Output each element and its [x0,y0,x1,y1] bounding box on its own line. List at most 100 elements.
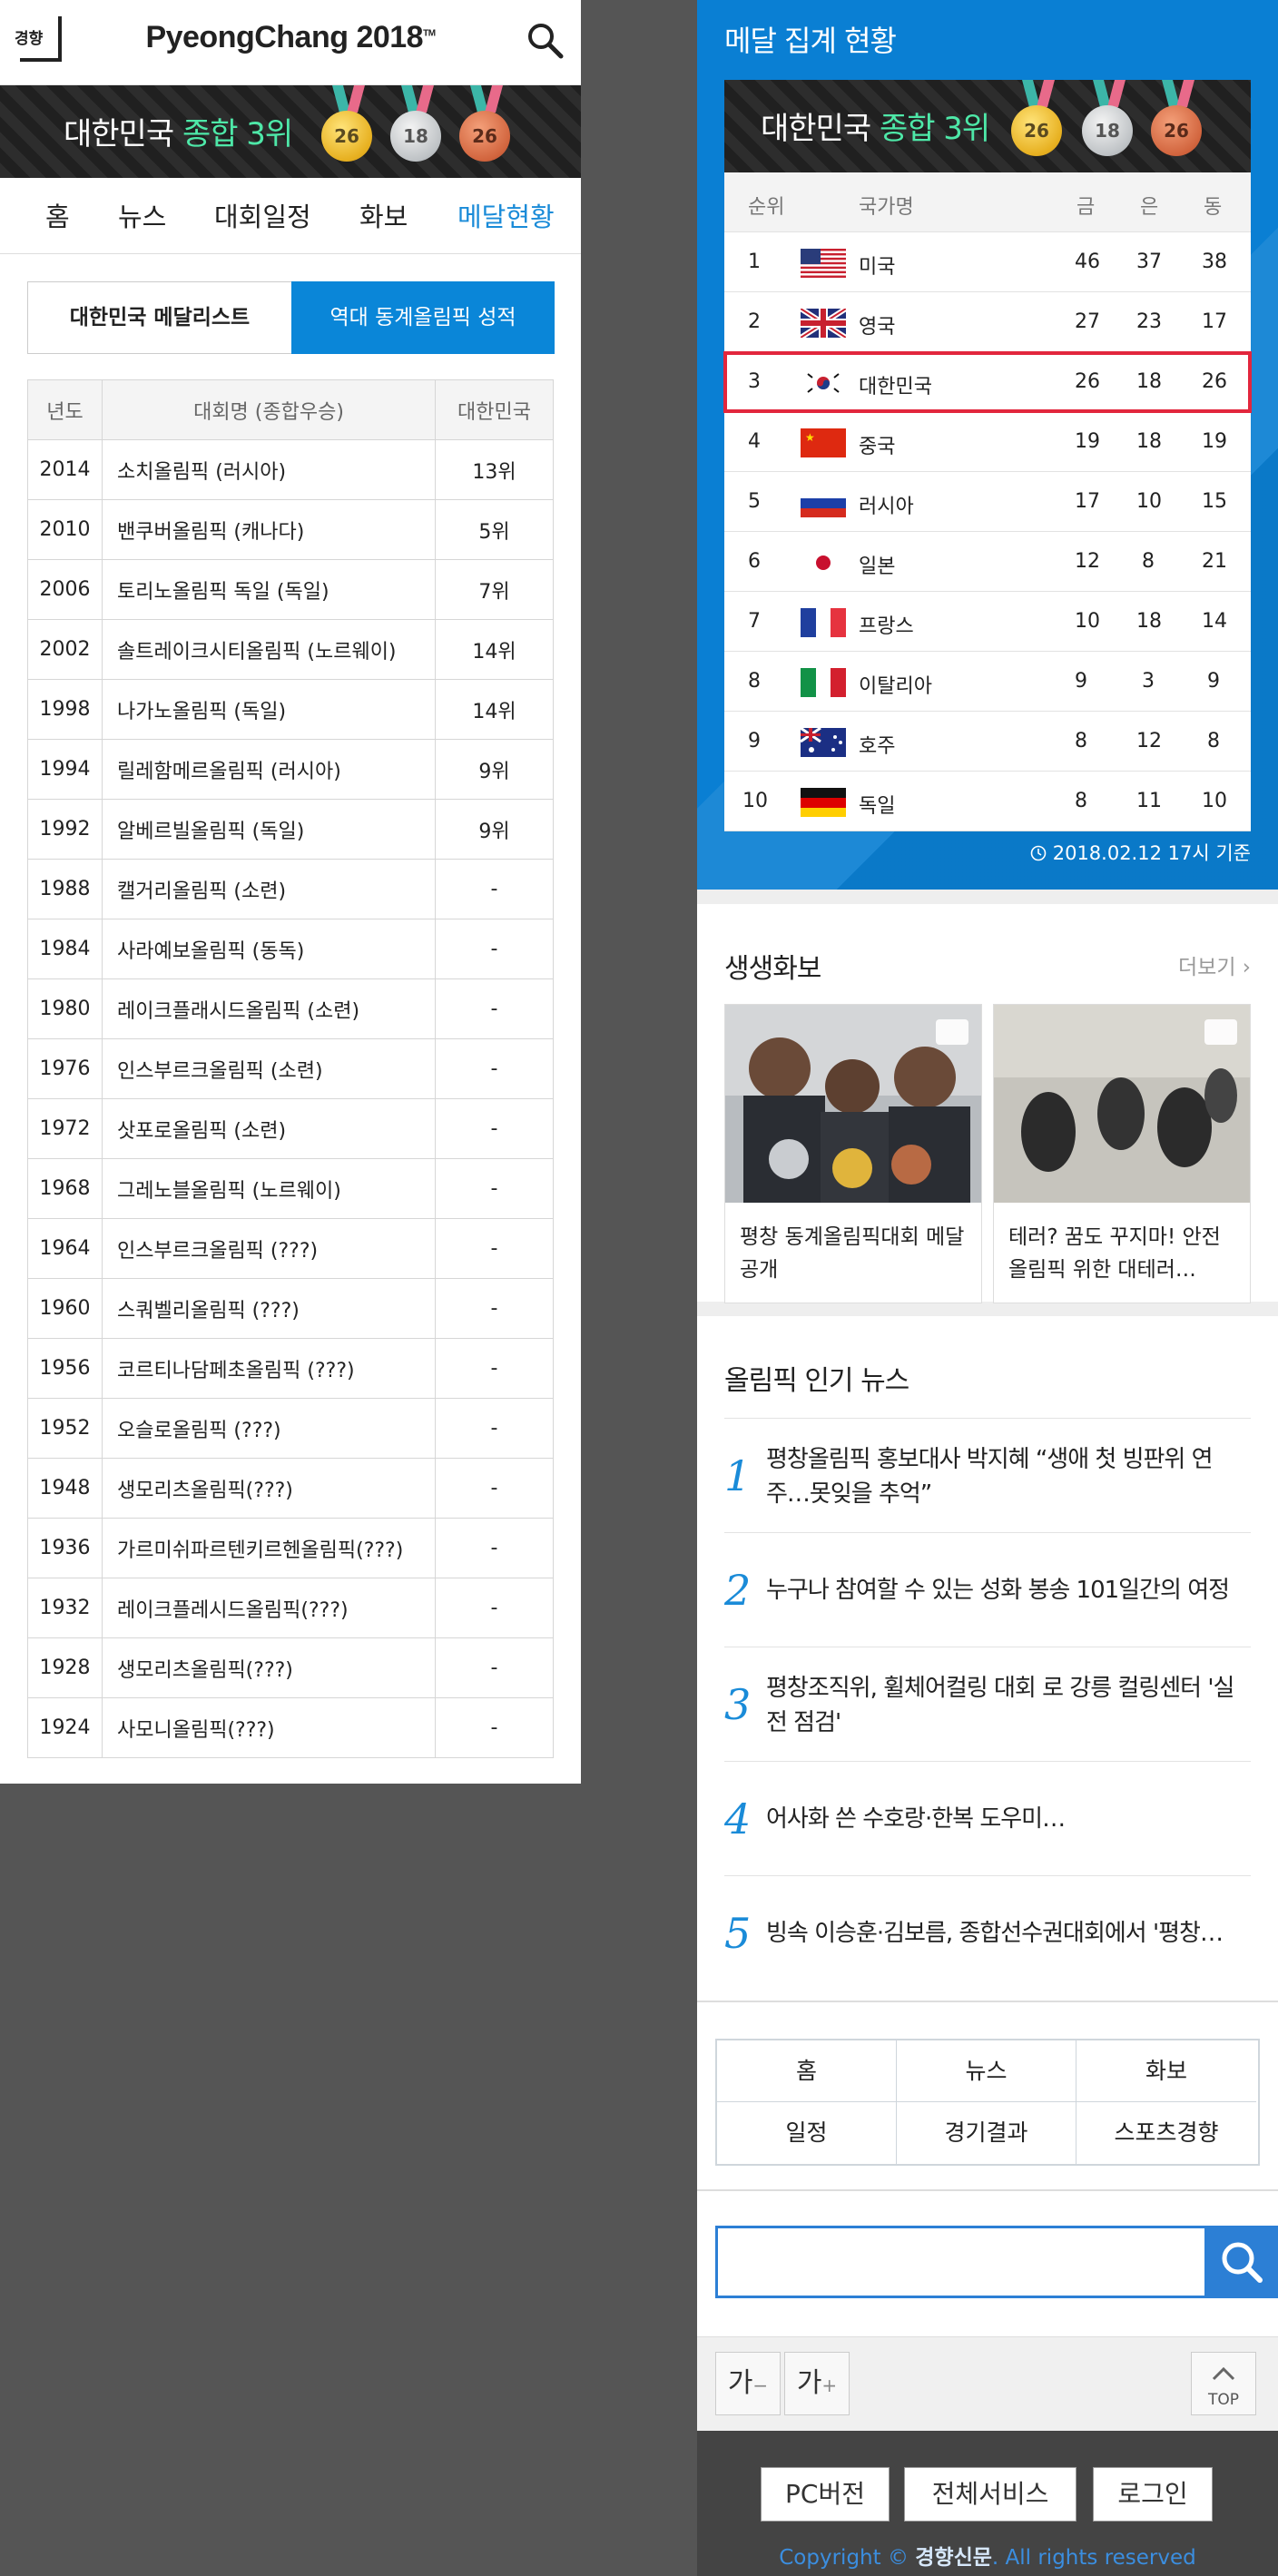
medal-row[interactable]: 7 프랑스 10 18 14 [724,592,1251,652]
table-row: 2006 토리노올림픽 독일 (독일) 7위 [27,559,554,620]
cell-bronze: 21 [1202,550,1227,573]
cell-year: 1972 [27,1098,103,1159]
medal-row[interactable]: 10 독일 8 11 10 [724,772,1251,831]
cell-rank: 4 [748,430,761,453]
photo-thumbnail [994,1005,1250,1203]
ribbon-icon [1022,80,1055,107]
nav-news[interactable]: 뉴스 [118,196,166,234]
cell-country: 이탈리아 [859,675,932,698]
cell-silver: 18 [1136,610,1162,633]
cell-event: 토리노올림픽 독일 (독일) [102,559,436,620]
de-flag-icon [801,788,846,817]
cell-korea-rank: 5위 [435,499,554,560]
cell-event: 밴쿠버올림픽 (캐나다) [102,499,436,560]
cell-bronze: 10 [1202,790,1227,812]
main-nav: 홈 뉴스 대회일정 화보 메달현황 [0,178,581,254]
svg-text:★: ★ [805,431,815,444]
grid-news[interactable]: 뉴스 [897,2040,1076,2102]
nav-medal-status[interactable]: 메달현황 [457,196,555,234]
cell-rank: 5 [748,490,761,513]
tab-olympic-history[interactable]: 역대 동계올림픽 성적 [291,281,555,354]
news-headline: 평창조직위, 휠체어컬링 대회 로 강릉 컬링센터 '실전 점검' [766,1675,1234,1736]
nav-home[interactable]: 홈 [45,196,70,234]
nav-schedule[interactable]: 대회일정 [214,196,311,234]
search-button[interactable] [1205,2226,1278,2298]
cell-event: 사모니올림픽(???) [102,1697,436,1758]
medal-row[interactable]: 2 영국 27 23 17 [724,292,1251,352]
medal-row[interactable]: 8 이탈리아 9 3 9 [724,652,1251,712]
table-row: 1992 알베르빌올림픽 (독일) 9위 [27,799,554,860]
news-item[interactable]: 4 어사화 쓴 수호랑·한복 도우미… [724,1761,1251,1875]
medal-row[interactable]: 5 러시아 17 10 15 [724,472,1251,532]
header: 경향 PyeongChang 2018TM [0,0,581,85]
medal-row[interactable]: 4 ★ 중국 19 18 19 [724,412,1251,472]
search-input[interactable] [715,2226,1207,2298]
medal-row[interactable]: 9 호주 8 12 8 [724,712,1251,772]
news-item[interactable]: 3 평창조직위, 휠체어컬링 대회 로 강릉 컬링센터 '실전 점검' [724,1647,1251,1761]
nav-gallery[interactable]: 화보 [359,196,408,234]
cell-silver: 37 [1136,251,1162,273]
ribbon-icon [401,85,434,113]
tab-korea-medalists[interactable]: 대한민국 메달리스트 [28,282,291,353]
medal-row[interactable]: 1 미국 46 37 38 [724,232,1251,292]
cell-year: 2006 [27,559,103,620]
cell-event: 릴레함메르올림픽 (러시아) [102,739,436,800]
medal-row[interactable]: 3 대한민국 26 18 26 [723,351,1252,413]
ribbon-icon [1093,80,1126,107]
table-row: 1932 레이크플레시드올림픽(???) - [27,1578,554,1638]
cn-flag-icon: ★ [801,428,846,457]
gallery-item[interactable]: 테러? 꿈도 꾸지마! 안전 올림픽 위한 대테러… [993,1004,1251,1303]
cell-korea-rank: - [435,1038,554,1099]
grid-sports[interactable]: 스포츠경향 [1076,2102,1256,2164]
cell-country: 러시아 [859,496,914,518]
top-button[interactable]: TOP [1191,2352,1256,2415]
col-silver: 은 [1140,196,1159,219]
login-button[interactable]: 로그인 [1093,2467,1213,2522]
clock-icon [1030,845,1047,861]
cell-event: 스쿼벨리올림픽 (???) [102,1278,436,1339]
all-services-button[interactable]: 전체서비스 [904,2467,1076,2522]
pc-version-button[interactable]: PC버전 [761,2467,890,2522]
grid-gallery[interactable]: 화보 [1076,2040,1256,2102]
chevron-right-icon: › [1242,956,1251,979]
medal-count-section: 메달 집계 현황 대한민국 종합 3위 26 18 26 순위 국가명 금 은 … [697,0,1278,890]
cell-event: 사라예보올림픽 (동독) [102,919,436,979]
font-larger-button[interactable]: 가+ [784,2352,850,2415]
table-row: 2014 소치올림픽 (러시아) 13위 [27,439,554,500]
cell-korea-rank: - [435,1398,554,1459]
gallery-caption: 평창 동계올림픽대회 메달 공개 [740,1225,965,1282]
cell-country: 일본 [859,556,896,578]
gallery-section: 생생화보 더보기 › 평창 동계올림픽대회 메달 공개 테러? 꿈도 꾸지마! … [697,890,1278,1316]
cell-korea-rank: 9위 [435,799,554,860]
cell-event: 레이크플래시드올림픽 (소련) [102,978,436,1039]
grid-results[interactable]: 경기결과 [897,2102,1076,2164]
grid-home[interactable]: 홈 [717,2040,897,2102]
font-smaller-button[interactable]: 가− [715,2352,781,2415]
cell-korea-rank: - [435,1637,554,1698]
chevron-up-icon [1212,2366,1235,2381]
news-item[interactable]: 5 빙속 이승훈·김보름, 종합선수권대회에서 '평창… [724,1875,1251,1990]
ribbon-icon [470,85,503,113]
table-row: 1994 릴레함메르올림픽 (러시아) 9위 [27,739,554,800]
news-item[interactable]: 2 누구나 참여할 수 있는 성화 봉송 101일간의 여정 [724,1532,1251,1647]
cell-korea-rank: - [435,1578,554,1638]
cell-silver: 8 [1142,550,1155,573]
medal-row[interactable]: 6 일본 12 8 21 [724,532,1251,592]
gallery-more-link[interactable]: 더보기 › [1178,949,1251,980]
cell-korea-rank: - [435,1098,554,1159]
news-item[interactable]: 1 평창올림픽 홍보대사 박지혜 “생애 첫 빙판위 연주…못잊을 추억” [724,1418,1251,1532]
cell-silver: 18 [1136,370,1162,393]
bronze-medal: 26 [459,111,510,162]
search-icon[interactable] [525,20,565,60]
cell-bronze: 19 [1202,430,1227,453]
medal-table: 순위 국가명 금 은 동 1 미국 46 37 38 2 영국 27 23 17 3 대한민국 26 18… [723,172,1252,831]
cell-korea-rank: 14위 [435,619,554,680]
korea-rank-banner: 대한민국 종합 3위 26 18 26 [724,80,1251,172]
brand-title[interactable]: PyeongChang 2018TM [0,20,581,55]
cell-rank: 2 [748,310,761,333]
gallery-item[interactable]: 평창 동계올림픽대회 메달 공개 [724,1004,982,1303]
table-row: 1936 가르미쉬파르텐키르헨올림픽(???) - [27,1518,554,1578]
cell-year: 1952 [27,1398,103,1459]
grid-schedule[interactable]: 일정 [717,2102,897,2164]
cell-country: 영국 [859,316,896,339]
